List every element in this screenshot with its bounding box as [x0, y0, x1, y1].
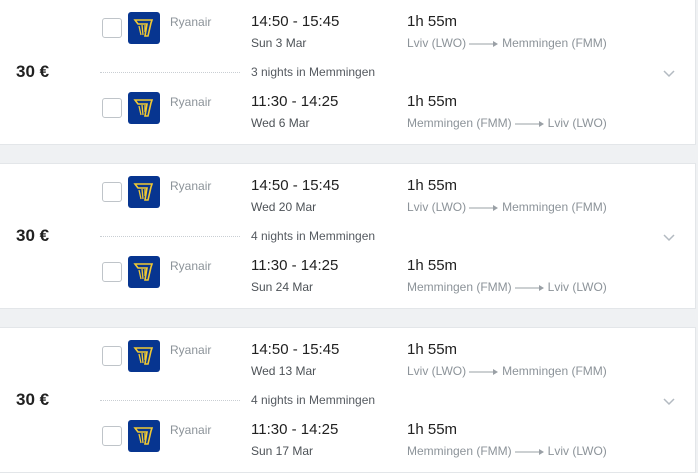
flight-times: 11:30 - 14:25 [251, 93, 339, 110]
flight-duration: 1h 55m [407, 421, 458, 438]
flight-date: Wed 13 Mar [251, 364, 317, 378]
flight-date: Sun 3 Mar [251, 36, 307, 50]
stay-duration: 4 nights in Memmingen [251, 393, 376, 407]
return-leg: Ryanair 11:30 - 14:25 Sun 17 Mar 1h 55m … [0, 420, 695, 470]
airline-name: Ryanair [170, 15, 212, 29]
flight-times: 11:30 - 14:25 [251, 257, 339, 274]
airline-name: Ryanair [170, 259, 212, 273]
destination-airport: Lviv (LWO) [547, 444, 607, 458]
origin-airport: Lviv (LWO) [407, 36, 467, 50]
flight-duration: 1h 55m [407, 93, 458, 110]
arrow-right-icon [514, 120, 544, 127]
chevron-down-icon[interactable] [661, 229, 677, 245]
outbound-leg: Ryanair 14:50 - 15:45 Sun 3 Mar 1h 55m L… [0, 12, 695, 62]
select-checkbox[interactable] [102, 98, 122, 118]
arrow-right-icon [469, 204, 499, 211]
airline-name: Ryanair [170, 179, 212, 193]
flight-times: 14:50 - 15:45 [251, 13, 340, 30]
route: Lviv (LWO) Memmingen (FMM) [407, 36, 607, 50]
route: Memmingen (FMM) Lviv (LWO) [407, 280, 607, 294]
flight-duration: 1h 55m [407, 257, 458, 274]
select-checkbox[interactable] [102, 426, 122, 446]
select-checkbox[interactable] [102, 346, 122, 366]
stay-duration: 4 nights in Memmingen [251, 229, 376, 243]
ryanair-logo-icon [128, 420, 160, 452]
origin-airport: Lviv (LWO) [407, 200, 467, 214]
flight-date: Sun 24 Mar [251, 280, 314, 294]
flight-duration: 1h 55m [407, 13, 458, 30]
destination-airport: Lviv (LWO) [547, 116, 607, 130]
itinerary-card[interactable]: 30 € Ryanair 14:50 - 15:45 Sun 3 Mar 1h … [0, 0, 696, 145]
arrow-right-icon [469, 368, 499, 375]
select-checkbox[interactable] [102, 182, 122, 202]
chevron-down-icon[interactable] [661, 393, 677, 409]
destination-airport: Memmingen (FMM) [502, 364, 607, 378]
ryanair-logo-icon [128, 12, 160, 44]
destination-airport: Lviv (LWO) [547, 280, 607, 294]
flight-times: 11:30 - 14:25 [251, 421, 339, 438]
ryanair-logo-icon [128, 256, 160, 288]
origin-airport: Memmingen (FMM) [407, 116, 512, 130]
route: Lviv (LWO) Memmingen (FMM) [407, 200, 607, 214]
stay-duration: 3 nights in Memmingen [251, 65, 376, 79]
route: Memmingen (FMM) Lviv (LWO) [407, 444, 607, 458]
flight-date: Wed 6 Mar [251, 116, 310, 130]
outbound-leg: Ryanair 14:50 - 15:45 Wed 20 Mar 1h 55m … [0, 176, 695, 226]
return-leg: Ryanair 11:30 - 14:25 Wed 6 Mar 1h 55m M… [0, 92, 695, 142]
ryanair-logo-icon [128, 340, 160, 372]
flight-date: Sun 17 Mar [251, 444, 314, 458]
arrow-right-icon [514, 284, 544, 291]
flight-times: 14:50 - 15:45 [251, 341, 340, 358]
flight-duration: 1h 55m [407, 341, 458, 358]
price: 30 € [16, 226, 50, 245]
price: 30 € [16, 62, 50, 81]
ryanair-logo-icon [128, 176, 160, 208]
route: Memmingen (FMM) Lviv (LWO) [407, 116, 607, 130]
ryanair-logo-icon [128, 92, 160, 124]
itinerary-card[interactable]: 30 € Ryanair 14:50 - 15:45 Wed 20 Mar 1h… [0, 163, 696, 309]
price: 30 € [16, 390, 50, 409]
airline-name: Ryanair [170, 343, 212, 357]
leg-divider [100, 236, 240, 237]
origin-airport: Memmingen (FMM) [407, 444, 512, 458]
destination-airport: Memmingen (FMM) [502, 36, 607, 50]
airline-name: Ryanair [170, 423, 212, 437]
arrow-right-icon [469, 40, 499, 47]
select-checkbox[interactable] [102, 18, 122, 38]
flight-times: 14:50 - 15:45 [251, 177, 340, 194]
origin-airport: Memmingen (FMM) [407, 280, 512, 294]
flight-date: Wed 20 Mar [251, 200, 317, 214]
arrow-right-icon [514, 448, 544, 455]
outbound-leg: Ryanair 14:50 - 15:45 Wed 13 Mar 1h 55m … [0, 340, 695, 390]
airline-name: Ryanair [170, 95, 212, 109]
chevron-down-icon[interactable] [661, 65, 677, 81]
destination-airport: Memmingen (FMM) [502, 200, 607, 214]
itinerary-card[interactable]: 30 € Ryanair 14:50 - 15:45 Wed 13 Mar 1h… [0, 327, 696, 473]
return-leg: Ryanair 11:30 - 14:25 Sun 24 Mar 1h 55m … [0, 256, 695, 306]
route: Lviv (LWO) Memmingen (FMM) [407, 364, 607, 378]
origin-airport: Lviv (LWO) [407, 364, 467, 378]
leg-divider [100, 400, 240, 401]
flight-duration: 1h 55m [407, 177, 458, 194]
leg-divider [100, 72, 240, 73]
select-checkbox[interactable] [102, 262, 122, 282]
